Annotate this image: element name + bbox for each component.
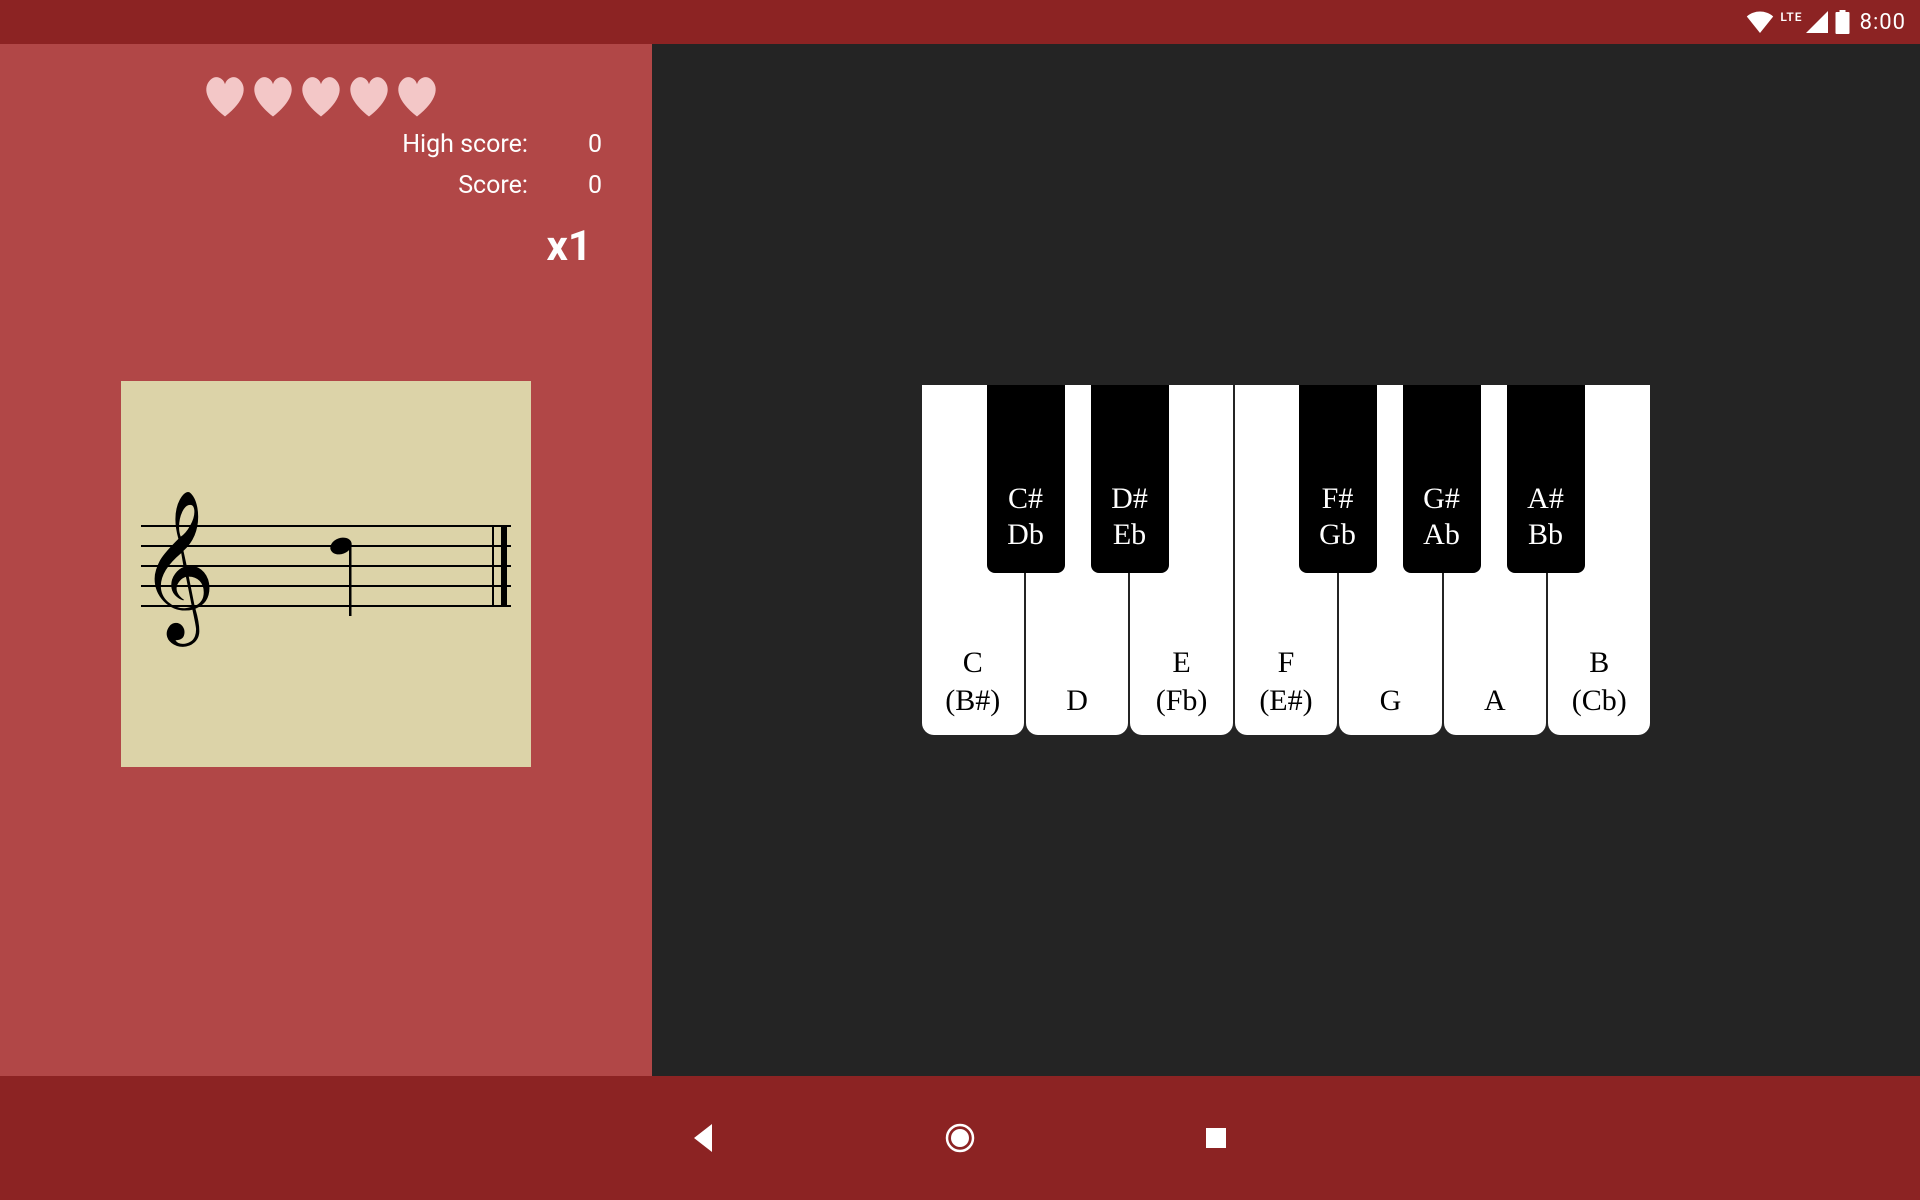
nav-home-button[interactable]	[942, 1120, 978, 1156]
heart-icon	[393, 74, 441, 118]
music-staff: 𝄞	[121, 381, 531, 767]
black-key-label: A#Bb	[1507, 481, 1585, 553]
nav-back-button[interactable]	[686, 1120, 722, 1156]
score-value: 0	[588, 171, 602, 200]
staff-card: 𝄞	[121, 381, 531, 767]
heart-icon	[297, 74, 345, 118]
white-key-label: B(Cb)	[1548, 644, 1650, 719]
black-key-label: G#Ab	[1403, 481, 1481, 553]
game-panel: High score: 0 Score: 0 x1 𝄞	[0, 44, 652, 1076]
score-label: Score:	[458, 171, 528, 200]
black-key-gsharp[interactable]: G#Ab	[1403, 385, 1481, 573]
multiplier-value: x1	[547, 222, 592, 271]
black-key-dsharp[interactable]: D#Eb	[1091, 385, 1169, 573]
white-key-label: E(Fb)	[1130, 644, 1232, 719]
heart-icon	[201, 74, 249, 118]
highscore-value: 0	[588, 130, 602, 159]
black-key-label: F#Gb	[1299, 481, 1377, 553]
lives-display	[0, 74, 652, 118]
treble-clef-icon: 𝄞	[139, 492, 216, 647]
status-clock: 8:00	[1860, 10, 1906, 35]
keyboard-panel: C(B#)DE(Fb)F(E#)GAB(Cb) C#Db D#Eb F#Gb G#Ab…	[652, 44, 1920, 1076]
black-key-label: D#Eb	[1091, 481, 1169, 553]
black-key-asharp[interactable]: A#Bb	[1507, 385, 1585, 573]
nav-recent-button[interactable]	[1198, 1120, 1234, 1156]
battery-icon	[1835, 10, 1850, 34]
main-area: High score: 0 Score: 0 x1 𝄞	[0, 44, 1920, 1076]
piano-keyboard: C(B#)DE(Fb)F(E#)GAB(Cb) C#Db D#Eb F#Gb G#Ab…	[922, 385, 1651, 735]
white-key-label: A	[1444, 682, 1546, 720]
highscore-label: High score:	[402, 130, 528, 159]
network-lte-label: LTE	[1780, 10, 1802, 24]
status-bar: LTE 8:00	[0, 0, 1920, 44]
wifi-icon	[1746, 11, 1774, 33]
signal-icon	[1805, 11, 1829, 33]
black-key-label: C#Db	[987, 481, 1065, 553]
black-key-fsharp[interactable]: F#Gb	[1299, 385, 1377, 573]
multiplier-row: x1	[0, 222, 652, 271]
white-key-label: G	[1339, 682, 1441, 720]
note-icon	[328, 535, 354, 616]
heart-icon	[249, 74, 297, 118]
heart-icon	[345, 74, 393, 118]
score-block: High score: 0 Score: 0	[0, 130, 652, 200]
white-key-label: D	[1026, 682, 1128, 720]
nav-bar	[0, 1076, 1920, 1200]
white-key-label: F(E#)	[1235, 644, 1337, 719]
white-key-label: C(B#)	[922, 644, 1024, 719]
black-key-csharp[interactable]: C#Db	[987, 385, 1065, 573]
